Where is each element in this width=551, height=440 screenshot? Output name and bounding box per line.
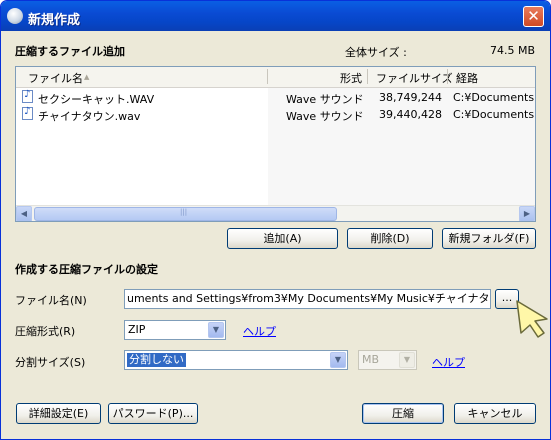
filename-value: uments and Settings¥from3¥My Documents¥M… — [127, 292, 491, 305]
file-path: C:¥Documents a — [453, 108, 536, 121]
browse-button-label: ... — [501, 291, 513, 304]
scroll-right-icon[interactable]: ▶ — [519, 206, 535, 221]
file-format: Wave サウンド — [286, 110, 364, 123]
format-help-link[interactable]: ヘルプ — [243, 323, 276, 339]
horizontal-scrollbar[interactable]: ◀ ▶ — [16, 205, 535, 221]
filename-input[interactable]: uments and Settings¥from3¥My Documents¥M… — [124, 289, 491, 309]
app-icon — [7, 8, 23, 24]
format-label: 圧縮形式(R) — [15, 325, 76, 338]
file-size: 38,749,244 — [379, 91, 442, 104]
split-help-link[interactable]: ヘルプ — [432, 354, 465, 370]
format-value: ZIP — [128, 323, 146, 336]
cancel-button-label: キャンセル — [467, 407, 523, 420]
window-title: 新規作成 — [28, 13, 81, 28]
col-format[interactable]: 形式 — [316, 70, 362, 86]
advanced-settings-button[interactable]: 詳細設定(E) — [16, 403, 101, 424]
col-divider[interactable] — [367, 69, 368, 84]
dialog-window: 新規作成 ✕ 圧縮するファイル追加 全体サイズ : 74.5 MB ファイル名 … — [0, 0, 551, 440]
total-size-label: 全体サイズ : — [345, 46, 407, 59]
split-size-label: 分割サイズ(S) — [15, 356, 86, 369]
new-folder-button-label: 新規フォルダ(F) — [448, 232, 530, 245]
split-size-select[interactable]: 分割しない ▼ — [124, 350, 348, 370]
delete-button[interactable]: 削除(D) — [347, 228, 433, 249]
split-size-value: 分割しない — [127, 353, 186, 367]
file-list[interactable]: ファイル名 ▲ 形式 ファイルサイズ 経路 セクシーキャット.WAV Wave … — [15, 66, 536, 222]
total-size-value: 74.5 MB — [489, 44, 535, 57]
scroll-thumb[interactable] — [34, 207, 337, 221]
delete-button-label: 削除(D) — [370, 232, 410, 245]
audio-file-icon — [22, 106, 33, 120]
cancel-button[interactable]: キャンセル — [454, 403, 536, 424]
col-path[interactable]: 経路 — [456, 70, 478, 86]
chevron-down-icon: ▼ — [399, 352, 415, 368]
password-button-label: パスワード(P)... — [112, 407, 194, 420]
sort-asc-icon: ▲ — [84, 73, 90, 81]
file-format: Wave サウンド — [286, 93, 364, 106]
compress-button[interactable]: 圧縮 — [362, 403, 444, 424]
col-filesize[interactable]: ファイルサイズ — [376, 70, 453, 86]
split-unit-value: MB — [362, 353, 380, 366]
password-button[interactable]: パスワード(P)... — [108, 403, 198, 424]
scroll-left-icon[interactable]: ◀ — [16, 206, 32, 221]
chevron-down-icon[interactable]: ▼ — [330, 352, 346, 368]
settings-header: 作成する圧縮ファイルの設定 — [15, 263, 158, 276]
advanced-settings-label: 詳細設定(E) — [28, 407, 89, 420]
list-header: ファイル名 ▲ 形式 ファイルサイズ 経路 — [16, 67, 535, 88]
chevron-down-icon[interactable]: ▼ — [208, 322, 224, 338]
file-name: チャイナタウン.wav — [38, 110, 141, 123]
title-bar[interactable]: 新規作成 ✕ — [1, 1, 550, 31]
pointer-arrow-icon — [516, 300, 548, 338]
filename-label: ファイル名(N) — [15, 294, 87, 307]
format-select[interactable]: ZIP ▼ — [124, 320, 226, 340]
file-path: C:¥Documents a — [453, 91, 536, 104]
list-item[interactable]: チャイナタウン.wav Wave サウンド 39,440,428 C:¥Docu… — [16, 106, 535, 123]
audio-file-icon — [22, 89, 33, 103]
list-item[interactable]: セクシーキャット.WAV Wave サウンド 38,749,244 C:¥Doc… — [16, 89, 535, 106]
col-filename[interactable]: ファイル名 — [28, 70, 83, 86]
close-button[interactable]: ✕ — [523, 6, 544, 27]
compress-button-label: 圧縮 — [392, 407, 414, 420]
add-button-label: 追加(A) — [263, 232, 302, 245]
col-divider[interactable] — [447, 69, 448, 84]
file-name: セクシーキャット.WAV — [38, 93, 155, 106]
col-divider[interactable] — [267, 69, 268, 84]
file-size: 39,440,428 — [379, 108, 442, 121]
add-files-header: 圧縮するファイル追加 — [15, 45, 125, 58]
split-unit-select: MB ▼ — [358, 350, 417, 370]
new-folder-button[interactable]: 新規フォルダ(F) — [442, 228, 536, 249]
add-button[interactable]: 追加(A) — [227, 228, 338, 249]
